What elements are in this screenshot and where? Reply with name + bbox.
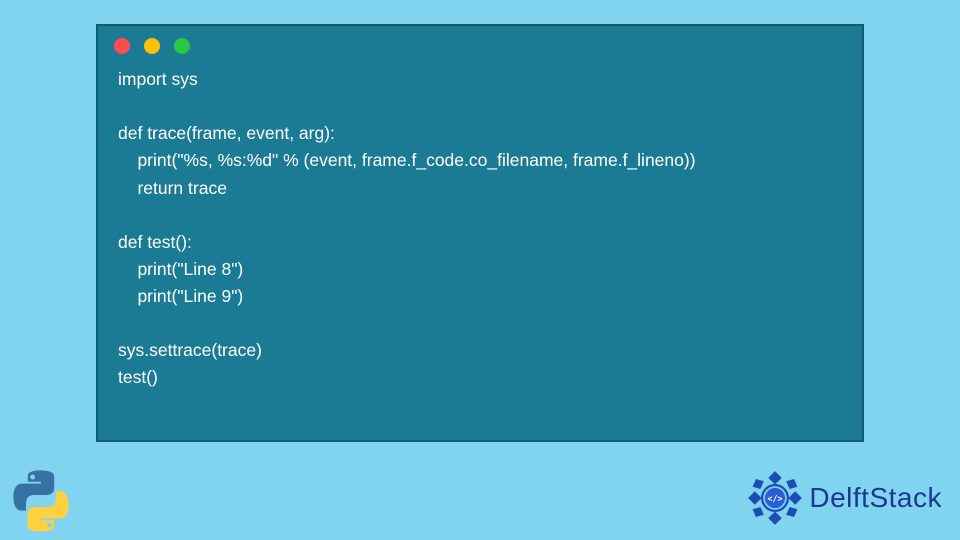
maximize-dot-icon <box>174 38 190 54</box>
delftstack-icon: </> <box>747 470 803 526</box>
window-traffic-lights <box>98 26 862 58</box>
brand-logo: </> DelftStack <box>747 470 942 526</box>
brand-name: DelftStack <box>809 482 942 514</box>
code-window: import sys def trace(frame, event, arg):… <box>96 24 864 442</box>
svg-text:</>: </> <box>768 493 783 503</box>
code-block: import sys def trace(frame, event, arg):… <box>98 58 862 406</box>
close-dot-icon <box>114 38 130 54</box>
python-logo-icon <box>8 468 74 534</box>
minimize-dot-icon <box>144 38 160 54</box>
